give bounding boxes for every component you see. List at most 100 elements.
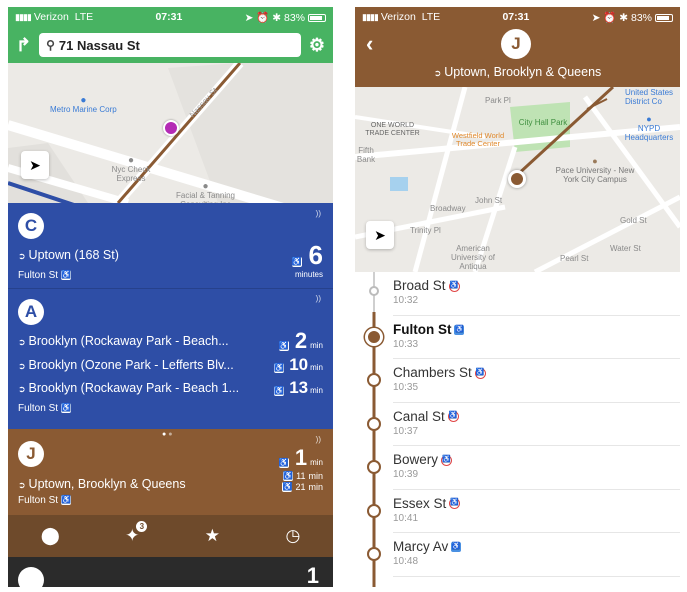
route-card-next[interactable]: 1 bbox=[8, 557, 333, 587]
stop-row[interactable]: Broad St ♿ 10:32 bbox=[369, 272, 680, 316]
battery-label: 83% bbox=[283, 11, 305, 24]
stop-row[interactable]: Chambers St ♿ 10:35 bbox=[367, 359, 680, 403]
direction-arrow-icon: ➲ bbox=[18, 480, 26, 490]
stop-time: 10:39 bbox=[393, 469, 419, 480]
battery-icon bbox=[655, 13, 673, 22]
navigation-arrow-icon: ➤ bbox=[29, 156, 41, 173]
carrier-info: ▮▮▮▮ Verizon LTE bbox=[362, 11, 440, 23]
stop-time: 10:41 bbox=[393, 512, 419, 524]
street-gold-st: Gold St bbox=[620, 216, 647, 225]
accessible-icon: ♿ bbox=[291, 257, 302, 267]
stop-name: Marcy Av ♿ bbox=[393, 539, 462, 554]
battery-icon bbox=[308, 13, 326, 22]
poi-one-world-trade: ONE WORLD TRADE CENTER bbox=[365, 122, 420, 137]
poi-fifth-bank: Fifth Bank bbox=[356, 146, 376, 164]
alerts-badge: 3 bbox=[136, 521, 148, 532]
arrival-time: 1 bbox=[306, 563, 319, 587]
arrival-time: ♿ 6 bbox=[291, 240, 323, 270]
locate-me-button[interactable]: ➤ bbox=[21, 151, 49, 179]
tab-favorites-star-icon[interactable]: ★ bbox=[205, 526, 220, 546]
status-time: 07:31 bbox=[502, 11, 530, 23]
carrier-label: Verizon bbox=[33, 11, 69, 23]
arrival-time: ♿ 13 min bbox=[274, 378, 323, 397]
stop-node-icon bbox=[367, 460, 381, 474]
arrival-time: ♿ 21 min bbox=[282, 482, 323, 492]
signal-icon: ▮▮▮▮ bbox=[362, 12, 379, 22]
route-card-j[interactable]: ● ● )) J ♿ 1 min ♿ 11 min ♿ 21 min ➲ Uptown, Br… bbox=[8, 429, 333, 515]
accessible-icon: ♿ bbox=[274, 363, 285, 373]
stop-node-icon bbox=[365, 327, 383, 346]
tab-history-clock-icon[interactable]: ◷ bbox=[285, 526, 300, 546]
street-water-st: Water St bbox=[610, 244, 641, 253]
left-screen: ▮▮▮▮ Verizon LTE 07:31 ➤ ⏰ ✱ 83% ↱ ⚲ 71 N… bbox=[8, 7, 333, 587]
accessible-icon: ♿ bbox=[454, 324, 465, 335]
line-badge-j: J bbox=[18, 441, 44, 467]
stop-node-icon bbox=[367, 373, 381, 387]
search-field[interactable]: ⚲ 71 Nassau St bbox=[39, 33, 301, 57]
stop-node-icon bbox=[369, 286, 379, 296]
poi-facial-tanning: ●Facial & Tanning Consulting Inc bbox=[163, 181, 248, 203]
accessible-icon: ♿ bbox=[274, 386, 285, 396]
realtime-icon: )) bbox=[315, 294, 321, 303]
tab-bar: ⬤ ✦ 3 ★ ◷ bbox=[8, 515, 333, 557]
street-pearl-st: Pearl St bbox=[560, 254, 589, 263]
carrier-info: ▮▮▮▮ Verizon LTE bbox=[15, 11, 93, 23]
route-card-a[interactable]: )) A ➲ Brooklyn (Rockaway Park - Beach...… bbox=[8, 289, 333, 429]
not-accessible-icon: ♿ bbox=[449, 498, 461, 510]
poi-nyc-check: ● Nyc Check Express bbox=[101, 155, 161, 184]
stop-label: Fulton St ♿ bbox=[18, 495, 72, 506]
back-chevron-icon[interactable]: ‹ bbox=[366, 31, 373, 57]
poi-pace-university: ● Pace University - New York City Campus bbox=[555, 156, 635, 184]
settings-gear-icon[interactable]: ⚙ bbox=[309, 36, 325, 54]
direction-arrow-icon: ➲ bbox=[18, 361, 26, 371]
tab-alerts-icon[interactable]: ✦ 3 bbox=[125, 521, 148, 546]
directions-icon[interactable]: ↱ bbox=[16, 36, 31, 54]
line-badge-j: J bbox=[501, 29, 531, 59]
locate-me-button[interactable]: ➤ bbox=[366, 221, 394, 249]
search-bar: ↱ ⚲ 71 Nassau St ⚙ bbox=[8, 27, 333, 63]
arrival-time: ♿ 2 min bbox=[278, 328, 323, 353]
accessible-icon: ♿ bbox=[61, 403, 72, 414]
stop-node-icon bbox=[367, 503, 381, 518]
page-dots: ● ● bbox=[162, 431, 173, 438]
accessible-icon: ♿ bbox=[61, 495, 72, 506]
stop-row[interactable]: Canal St ♿ 10:37 bbox=[367, 403, 680, 446]
destination: ➲ Brooklyn (Ozone Park - Lefferts Blv... bbox=[18, 358, 234, 372]
stops-list: Broad St ♿ 10:32 Fulton St ♿ 10:33 Chambers St… bbox=[355, 272, 680, 587]
map-view[interactable]: Nassau St ● Metro Marine Corp ● Nyc Check … bbox=[8, 63, 333, 203]
stop-row[interactable]: Marcy Av ♿ 10:48 bbox=[367, 533, 680, 577]
signal-icon: ▮▮▮▮ bbox=[15, 12, 32, 22]
stop-row[interactable]: Fulton St ♿ 10:33 bbox=[365, 316, 680, 359]
route-card-c[interactable]: )) C ➲ Uptown (168 St) ♿ 6 Fulton St ♿ minu… bbox=[8, 203, 333, 289]
stop-name: Broad St ♿ bbox=[393, 278, 460, 293]
direction-arrow-icon: ➲ bbox=[18, 384, 26, 394]
train-position-pin[interactable] bbox=[508, 170, 526, 188]
arrival-times: ♿ 1 min ♿ 11 min ♿ 21 min bbox=[276, 447, 323, 492]
realtime-icon: )) bbox=[315, 209, 321, 218]
stop-name: Essex St ♿ bbox=[393, 495, 461, 511]
accessible-icon: ♿ bbox=[282, 482, 293, 492]
tab-nearby-pin-icon[interactable]: ⬤ bbox=[41, 526, 60, 546]
stop-label: Fulton St ♿ bbox=[18, 403, 72, 414]
search-input[interactable]: 71 Nassau St bbox=[59, 38, 140, 53]
street-john-st: John St bbox=[475, 196, 503, 205]
arrival-time: ♿ 1 min bbox=[278, 445, 323, 470]
realtime-icon: )) bbox=[315, 435, 321, 444]
accessible-icon: ♿ bbox=[61, 270, 72, 281]
street-trinity-pl: Trinity Pl bbox=[410, 226, 441, 235]
not-accessible-icon: ♿ bbox=[447, 411, 459, 423]
not-accessible-icon: ♿ bbox=[474, 367, 486, 379]
accessible-icon: ♿ bbox=[283, 471, 294, 481]
stop-time: 10:32 bbox=[393, 295, 419, 306]
poi-nypd: ● NYPD Headquarters bbox=[619, 114, 679, 142]
poi-westfield: Westfield World Trade Center bbox=[451, 131, 505, 149]
network-label: LTE bbox=[74, 11, 94, 23]
stop-time: 10:37 bbox=[393, 425, 419, 437]
stop-row[interactable]: Bowery ♿ 10:39 bbox=[367, 446, 680, 490]
location-pin[interactable] bbox=[163, 120, 179, 136]
destination: ➲ Uptown (168 St) bbox=[18, 248, 119, 262]
poi-american-university: American University of Antiqua bbox=[450, 244, 495, 271]
stop-row[interactable]: Essex St ♿ 10:41 bbox=[367, 490, 680, 533]
map-view[interactable]: ONE WORLD TRADE CENTER Westfield World T… bbox=[355, 87, 680, 272]
street-park-pl: Park Pl bbox=[485, 96, 511, 105]
